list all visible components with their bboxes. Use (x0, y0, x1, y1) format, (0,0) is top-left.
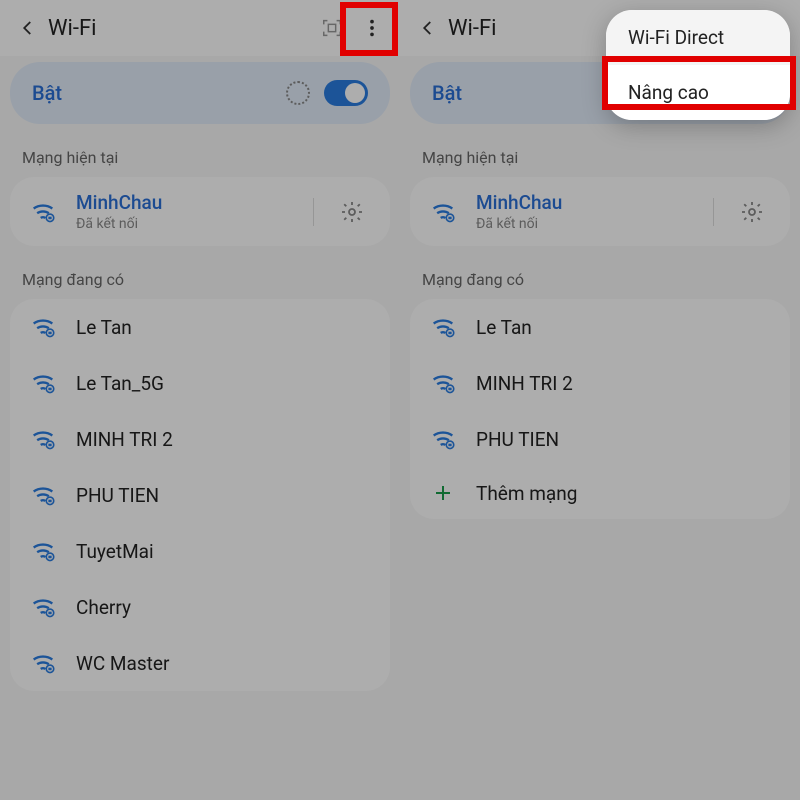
network-row[interactable]: PHU TIEN (10, 467, 390, 523)
network-row[interactable]: WC Master (10, 635, 390, 691)
wifi-switch[interactable] (324, 80, 368, 106)
network-row[interactable]: Le Tan_5G (10, 355, 390, 411)
network-status: Đã kết nối (476, 216, 695, 232)
section-available-label: Mạng đang có (0, 246, 400, 299)
add-network-row[interactable]: Thêm mạng (410, 467, 790, 519)
gear-icon (740, 200, 764, 224)
divider (713, 198, 714, 226)
chevron-left-icon (419, 19, 437, 37)
network-row[interactable]: MINH TRI 2 (10, 411, 390, 467)
network-row[interactable]: MINH TRI 2 (410, 355, 790, 411)
header: Wi-Fi (0, 0, 400, 56)
wifi-icon (28, 481, 58, 509)
network-status: Đã kết nối (76, 216, 295, 232)
wifi-icon (428, 313, 458, 341)
menu-item-advanced[interactable]: Nâng cao (606, 65, 790, 120)
current-network-card: MinhChau Đã kết nối (10, 177, 390, 246)
network-name: PHU TIEN (76, 484, 372, 507)
back-button[interactable] (414, 19, 442, 37)
gear-icon (340, 200, 364, 224)
network-text: MinhChau Đã kết nối (476, 191, 695, 232)
network-name: Cherry (76, 596, 372, 619)
network-name: MinhChau (76, 191, 295, 214)
toggle-label: Bật (32, 81, 62, 105)
network-name: PHU TIEN (476, 428, 772, 451)
toggle-label: Bật (432, 81, 462, 105)
qr-icon (321, 17, 343, 39)
wifi-icon (28, 369, 58, 397)
wifi-icon (28, 198, 58, 226)
network-row[interactable]: Cherry (10, 579, 390, 635)
chevron-left-icon (19, 19, 37, 37)
network-name: MINH TRI 2 (76, 428, 372, 451)
wifi-icon (428, 369, 458, 397)
loading-spinner-icon (286, 81, 310, 105)
network-text: MinhChau Đã kết nối (76, 191, 295, 232)
network-row[interactable]: Le Tan (10, 299, 390, 355)
current-network-card: MinhChau Đã kết nối (410, 177, 790, 246)
available-networks-card: Le Tan MINH TRI 2 PHU TIEN Thêm mạng (410, 299, 790, 519)
left-pane: Wi-Fi Bật Mạng hiện tại MinhChau (0, 0, 400, 800)
wifi-icon (28, 593, 58, 621)
network-name: Le Tan (76, 316, 372, 339)
wifi-icon (28, 649, 58, 677)
right-pane: Wi-Fi Bật Mạng hiện tại MinhChau Đã kết … (400, 0, 800, 800)
network-name: WC Master (76, 652, 372, 675)
network-row[interactable]: TuyetMai (10, 523, 390, 579)
page-title: Wi-Fi (48, 16, 312, 41)
wifi-icon (28, 313, 58, 341)
add-network-label: Thêm mạng (476, 482, 772, 505)
more-menu-button[interactable] (352, 8, 392, 48)
connected-network-row[interactable]: MinhChau Đã kết nối (410, 177, 790, 246)
network-row[interactable]: Le Tan (410, 299, 790, 355)
network-name: TuyetMai (76, 540, 372, 563)
more-vertical-icon (361, 17, 383, 39)
section-current-label: Mạng hiện tại (0, 124, 400, 177)
network-name: Le Tan (476, 316, 772, 339)
wifi-icon (428, 198, 458, 226)
qr-scan-button[interactable] (312, 8, 352, 48)
divider (313, 198, 314, 226)
menu-item-wifi-direct[interactable]: Wi-Fi Direct (606, 10, 790, 65)
wifi-icon (428, 425, 458, 453)
section-available-label: Mạng đang có (400, 246, 800, 299)
network-settings-button[interactable] (732, 200, 772, 224)
network-settings-button[interactable] (332, 200, 372, 224)
network-name: MinhChau (476, 191, 695, 214)
wifi-toggle-row[interactable]: Bật (10, 62, 390, 124)
network-name: Le Tan_5G (76, 372, 372, 395)
wifi-icon (28, 425, 58, 453)
wifi-icon (28, 537, 58, 565)
back-button[interactable] (14, 19, 42, 37)
toggle-control (286, 80, 368, 106)
connected-network-row[interactable]: MinhChau Đã kết nối (10, 177, 390, 246)
section-current-label: Mạng hiện tại (400, 124, 800, 177)
network-name: MINH TRI 2 (476, 372, 772, 395)
plus-icon (428, 481, 458, 505)
overflow-menu: Wi-Fi Direct Nâng cao (606, 10, 790, 120)
network-row[interactable]: PHU TIEN (410, 411, 790, 467)
available-networks-card: Le Tan Le Tan_5G MINH TRI 2 PHU TIEN TuyetMa… (10, 299, 390, 691)
